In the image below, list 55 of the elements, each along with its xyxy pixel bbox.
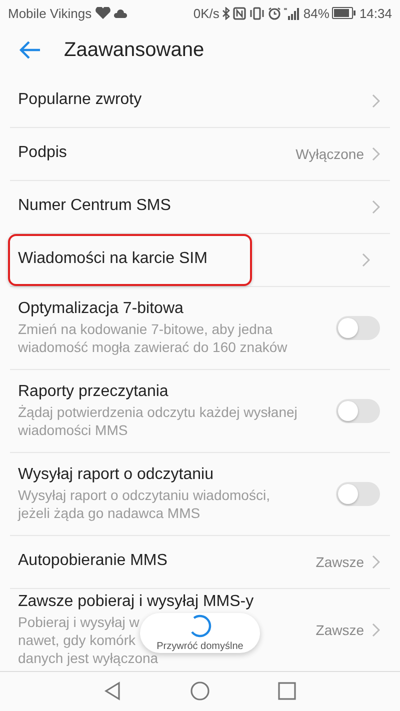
alarm-icon (268, 6, 282, 20)
setting-row[interactable]: Numer Centrum SMS (8, 180, 392, 233)
nfc-icon (233, 6, 246, 20)
cloud-icon (114, 8, 127, 18)
setting-row[interactable]: Popularne zwroty (8, 74, 392, 127)
setting-row[interactable]: Optymalizacja 7-bitowa Zmień na kodowanie 7-bitowe, aby jedna wiadomość mogła zawierać do 160 znaków (8, 286, 392, 369)
setting-title: Numer Centrum SMS (18, 196, 171, 215)
setting-row[interactable]: Zawsze pobieraj i wysyłaj MMS-y Pobieraj i wysyłaj w nawet, gdy komórk danych jest wyłączona Zawsze Przywróć domyślne (8, 588, 392, 671)
setting-description: Pobieraj i wysyłaj w (18, 612, 140, 631)
setting-description: Żądaj potwierdzenia odczytu każdej wysłanej (18, 402, 298, 421)
page-title: Zaawansowane (64, 38, 204, 62)
battery-percent: 84% (303, 6, 330, 21)
chevron-icon (372, 200, 380, 214)
setting-title: Raporty przeczytania (18, 382, 168, 401)
chevron-icon (372, 94, 380, 108)
clock: 14:34 (359, 6, 392, 21)
setting-title: Optymalizacja 7-bitowa (18, 300, 184, 318)
setting-value: Zawsze (316, 554, 364, 570)
chevron-icon (372, 554, 380, 569)
network-speed: 0K/s (193, 6, 220, 21)
setting-description: wiadomości MMS (18, 420, 128, 439)
setting-value: Zawsze (316, 622, 364, 638)
back-arrow-icon[interactable] (18, 40, 42, 60)
setting-row[interactable]: Raporty przeczytania Żądaj potwierdzenia odczytu każdej wysłanej wiadomości MMS (8, 370, 392, 452)
vibrate-icon (249, 6, 266, 20)
setting-title: Podpis (18, 144, 67, 162)
setting-description: jeżeli żąda go nadawca MMS (18, 504, 200, 522)
setting-title: Autopobieranie MMS (18, 552, 168, 570)
toggle-switch[interactable] (336, 482, 380, 506)
setting-value: Wyłączone (296, 146, 364, 162)
chevron-icon (372, 146, 380, 161)
chevron-icon (362, 252, 370, 267)
setting-description: Zmień na kodowanie 7-bitowe, aby jedna (18, 320, 272, 338)
home-nav-icon[interactable] (190, 681, 210, 702)
setting-description: wiadomość mogła zawierać do 160 znaków (18, 338, 288, 356)
setting-title: Wiadomości na karcie SIM (18, 250, 208, 268)
setting-description: nawet, gdy komórk (18, 630, 136, 649)
bluetooth-icon (222, 6, 230, 20)
carrier-name: Mobile Vikings (8, 6, 92, 21)
recents-nav-icon[interactable] (276, 681, 297, 702)
setting-title: Popularne zwroty (18, 90, 142, 109)
signal-icon (284, 6, 300, 20)
setting-description: Wysyłaj raport o odczytaniu wiadomości, (18, 486, 270, 504)
chevron-icon (372, 622, 380, 637)
setting-title: Zawsze pobieraj i wysyłaj MMS-y (18, 592, 254, 611)
setting-row[interactable]: Podpis Wyłączone (8, 128, 392, 180)
setting-title: Wysyłaj raport o odczytaniu (18, 466, 214, 484)
toast-label: Przywróć domyślne (156, 641, 244, 652)
restore-defaults-toast[interactable]: Przywróć domyślne (140, 612, 260, 653)
toggle-switch[interactable] (336, 316, 380, 340)
setting-row[interactable]: Wysyłaj raport o odczytaniu Wysyłaj raport o odczytaniu wiadomości, jeżeli żąda go nadawca MMS (8, 452, 392, 535)
toggle-switch[interactable] (336, 398, 380, 423)
setting-row[interactable]: Autopobieranie MMS Zawsze (8, 536, 392, 588)
heart-icon (94, 7, 111, 20)
battery-icon (332, 7, 356, 20)
